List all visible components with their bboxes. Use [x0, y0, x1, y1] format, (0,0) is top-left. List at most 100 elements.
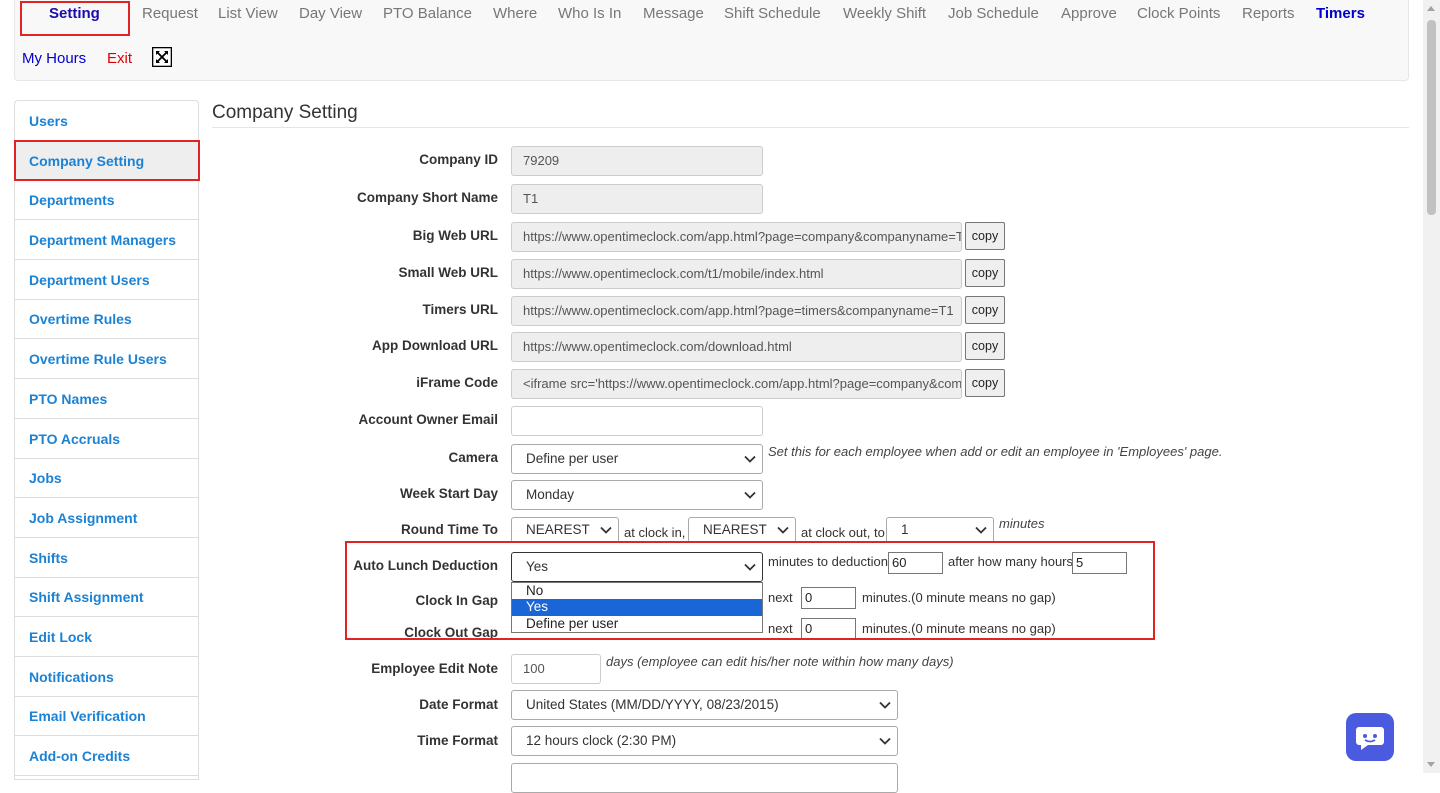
- small-web-url-label: Small Web URL: [398, 265, 498, 280]
- sidebar-item-users[interactable]: Users: [15, 101, 198, 141]
- employee-edit-note-label: Employee Edit Note: [371, 661, 498, 676]
- nav-reports[interactable]: Reports: [1242, 5, 1295, 22]
- nav-job-schedule[interactable]: Job Schedule: [948, 5, 1039, 22]
- nav-shift-schedule[interactable]: Shift Schedule: [724, 5, 821, 22]
- sidebar-item-notifications[interactable]: Notifications: [15, 657, 198, 697]
- small-web-url-copy-button[interactable]: copy: [965, 259, 1005, 287]
- camera-select[interactable]: Define per user: [511, 444, 763, 474]
- nav-clock-points[interactable]: Clock Points: [1137, 5, 1220, 22]
- sidebar-item-departments[interactable]: Departments: [15, 180, 198, 220]
- employee-edit-note-note: days (employee can edit his/her note wit…: [606, 654, 954, 669]
- dropdown-option-define-per-user[interactable]: Define per user: [512, 616, 762, 632]
- camera-select-value: Define per user: [526, 451, 619, 466]
- nav-message[interactable]: Message: [643, 5, 704, 22]
- page-scrollbar[interactable]: [1423, 0, 1440, 773]
- time-format-label: Time Format: [417, 733, 498, 748]
- clock-out-gap-input[interactable]: 0: [801, 618, 856, 640]
- nav-pto-balance[interactable]: PTO Balance: [383, 5, 472, 22]
- after-hours-input[interactable]: 5: [1072, 552, 1127, 574]
- date-format-select[interactable]: United States (MM/DD/YYYY, 08/23/2015): [511, 690, 898, 720]
- round-time-to-label: Round Time To: [401, 522, 498, 537]
- scroll-up-icon[interactable]: [1427, 6, 1435, 11]
- clock-in-gap-input[interactable]: 0: [801, 587, 856, 609]
- clock-in-gap-label: Clock In Gap: [415, 593, 498, 608]
- chevron-down-icon: [879, 701, 891, 709]
- timers-url-field: https://www.opentimeclock.com/app.html?p…: [511, 296, 962, 326]
- nav-weekly-shift[interactable]: Weekly Shift: [843, 5, 926, 22]
- sidebar-item-department-users[interactable]: Department Users: [15, 260, 198, 300]
- nav-timers[interactable]: Timers: [1316, 5, 1365, 22]
- camera-label: Camera: [448, 450, 498, 465]
- sidebar-item-edit-lock[interactable]: Edit Lock: [15, 617, 198, 657]
- chevron-down-icon: [879, 737, 891, 745]
- small-web-url-field: https://www.opentimeclock.com/t1/mobile/…: [511, 259, 962, 289]
- auto-lunch-select[interactable]: Yes: [511, 552, 763, 582]
- round-minutes-select[interactable]: 1: [886, 517, 994, 543]
- minutes-to-deduction-text: minutes to deduction: [768, 554, 888, 569]
- round-clock-out-select[interactable]: NEAREST: [688, 517, 796, 543]
- sidebar-item-pto-accruals[interactable]: PTO Accruals: [15, 419, 198, 459]
- scroll-thumb[interactable]: [1427, 20, 1436, 215]
- scroll-down-icon[interactable]: [1427, 762, 1435, 767]
- round-clock-in-select[interactable]: NEAREST: [511, 517, 619, 543]
- round-clock-out-value: NEAREST: [703, 522, 767, 537]
- sidebar-item-company-setting[interactable]: Company Setting: [15, 141, 198, 181]
- sidebar-item-email-verification[interactable]: Email Verification: [15, 696, 198, 736]
- after-hours-text: after how many hours: [948, 554, 1074, 569]
- employee-edit-note-input[interactable]: 100: [511, 654, 601, 684]
- time-format-select[interactable]: 12 hours clock (2:30 PM): [511, 726, 898, 756]
- top-navbar: Setting Request List View Day View PTO B…: [14, 0, 1409, 81]
- nav-exit[interactable]: Exit: [107, 50, 132, 67]
- chevron-down-icon: [744, 491, 756, 499]
- nav-request[interactable]: Request: [142, 5, 198, 22]
- company-short-name-field: T1: [511, 184, 763, 214]
- nav-setting[interactable]: Setting: [49, 5, 100, 22]
- chat-icon[interactable]: [1346, 713, 1394, 761]
- auto-lunch-dropdown-list: No Yes Define per user: [511, 582, 763, 633]
- sidebar-item-pto-names[interactable]: PTO Names: [15, 379, 198, 419]
- auto-lunch-label: Auto Lunch Deduction: [353, 558, 498, 573]
- nav-day-view[interactable]: Day View: [299, 5, 362, 22]
- chevron-down-icon: [744, 563, 756, 571]
- auto-lunch-value: Yes: [526, 559, 549, 574]
- nav-approve[interactable]: Approve: [1061, 5, 1117, 22]
- company-short-name-label: Company Short Name: [356, 190, 498, 205]
- sidebar-item-add-on-credits[interactable]: Add-on Credits: [15, 736, 198, 776]
- clock-in-gap-next-text: next: [768, 590, 793, 605]
- timers-url-copy-button[interactable]: copy: [965, 296, 1005, 324]
- sidebar-item-job-assignment[interactable]: Job Assignment: [15, 498, 198, 538]
- nav-my-hours[interactable]: My Hours: [22, 50, 86, 67]
- app-download-url-copy-button[interactable]: copy: [965, 332, 1005, 360]
- dropdown-option-yes[interactable]: Yes: [512, 599, 762, 616]
- chevron-down-icon: [777, 526, 789, 534]
- sidebar-item-overtime-rules[interactable]: Overtime Rules: [15, 299, 198, 339]
- nav-where[interactable]: Where: [493, 5, 537, 22]
- iframe-code-copy-button[interactable]: copy: [965, 369, 1005, 397]
- sidebar-item-jobs[interactable]: Jobs: [15, 458, 198, 498]
- big-web-url-label: Big Web URL: [412, 228, 498, 243]
- dropdown-option-no[interactable]: No: [512, 583, 762, 599]
- app-download-url-label: App Download URL: [372, 338, 498, 353]
- title-divider: [212, 127, 1409, 128]
- week-start-day-label: Week Start Day: [399, 486, 498, 501]
- week-start-day-value: Monday: [526, 487, 575, 502]
- clock-out-gap-label: Clock Out Gap: [404, 625, 498, 640]
- big-web-url-copy-button[interactable]: copy: [965, 222, 1005, 250]
- next-row-select[interactable]: [511, 763, 898, 793]
- round-minutes-note: minutes: [999, 516, 1045, 531]
- app-download-url-field: https://www.opentimeclock.com/download.h…: [511, 332, 962, 362]
- account-owner-email-input[interactable]: [511, 406, 763, 436]
- nav-who-is-in[interactable]: Who Is In: [558, 5, 621, 22]
- week-start-day-select[interactable]: Monday: [511, 480, 763, 510]
- sidebar: Users Company Setting Departments Depart…: [14, 100, 199, 780]
- sidebar-item-shifts[interactable]: Shifts: [15, 538, 198, 578]
- iframe-code-label: iFrame Code: [416, 375, 498, 390]
- company-id-field: 79209: [511, 146, 763, 176]
- fullscreen-icon[interactable]: [151, 46, 173, 68]
- sidebar-item-overtime-rule-users[interactable]: Overtime Rule Users: [15, 339, 198, 379]
- deduction-minutes-input[interactable]: 60: [888, 552, 943, 574]
- date-format-label: Date Format: [419, 697, 498, 712]
- sidebar-item-department-managers[interactable]: Department Managers: [15, 220, 198, 260]
- sidebar-item-shift-assignment[interactable]: Shift Assignment: [15, 577, 198, 617]
- nav-list-view[interactable]: List View: [218, 5, 278, 22]
